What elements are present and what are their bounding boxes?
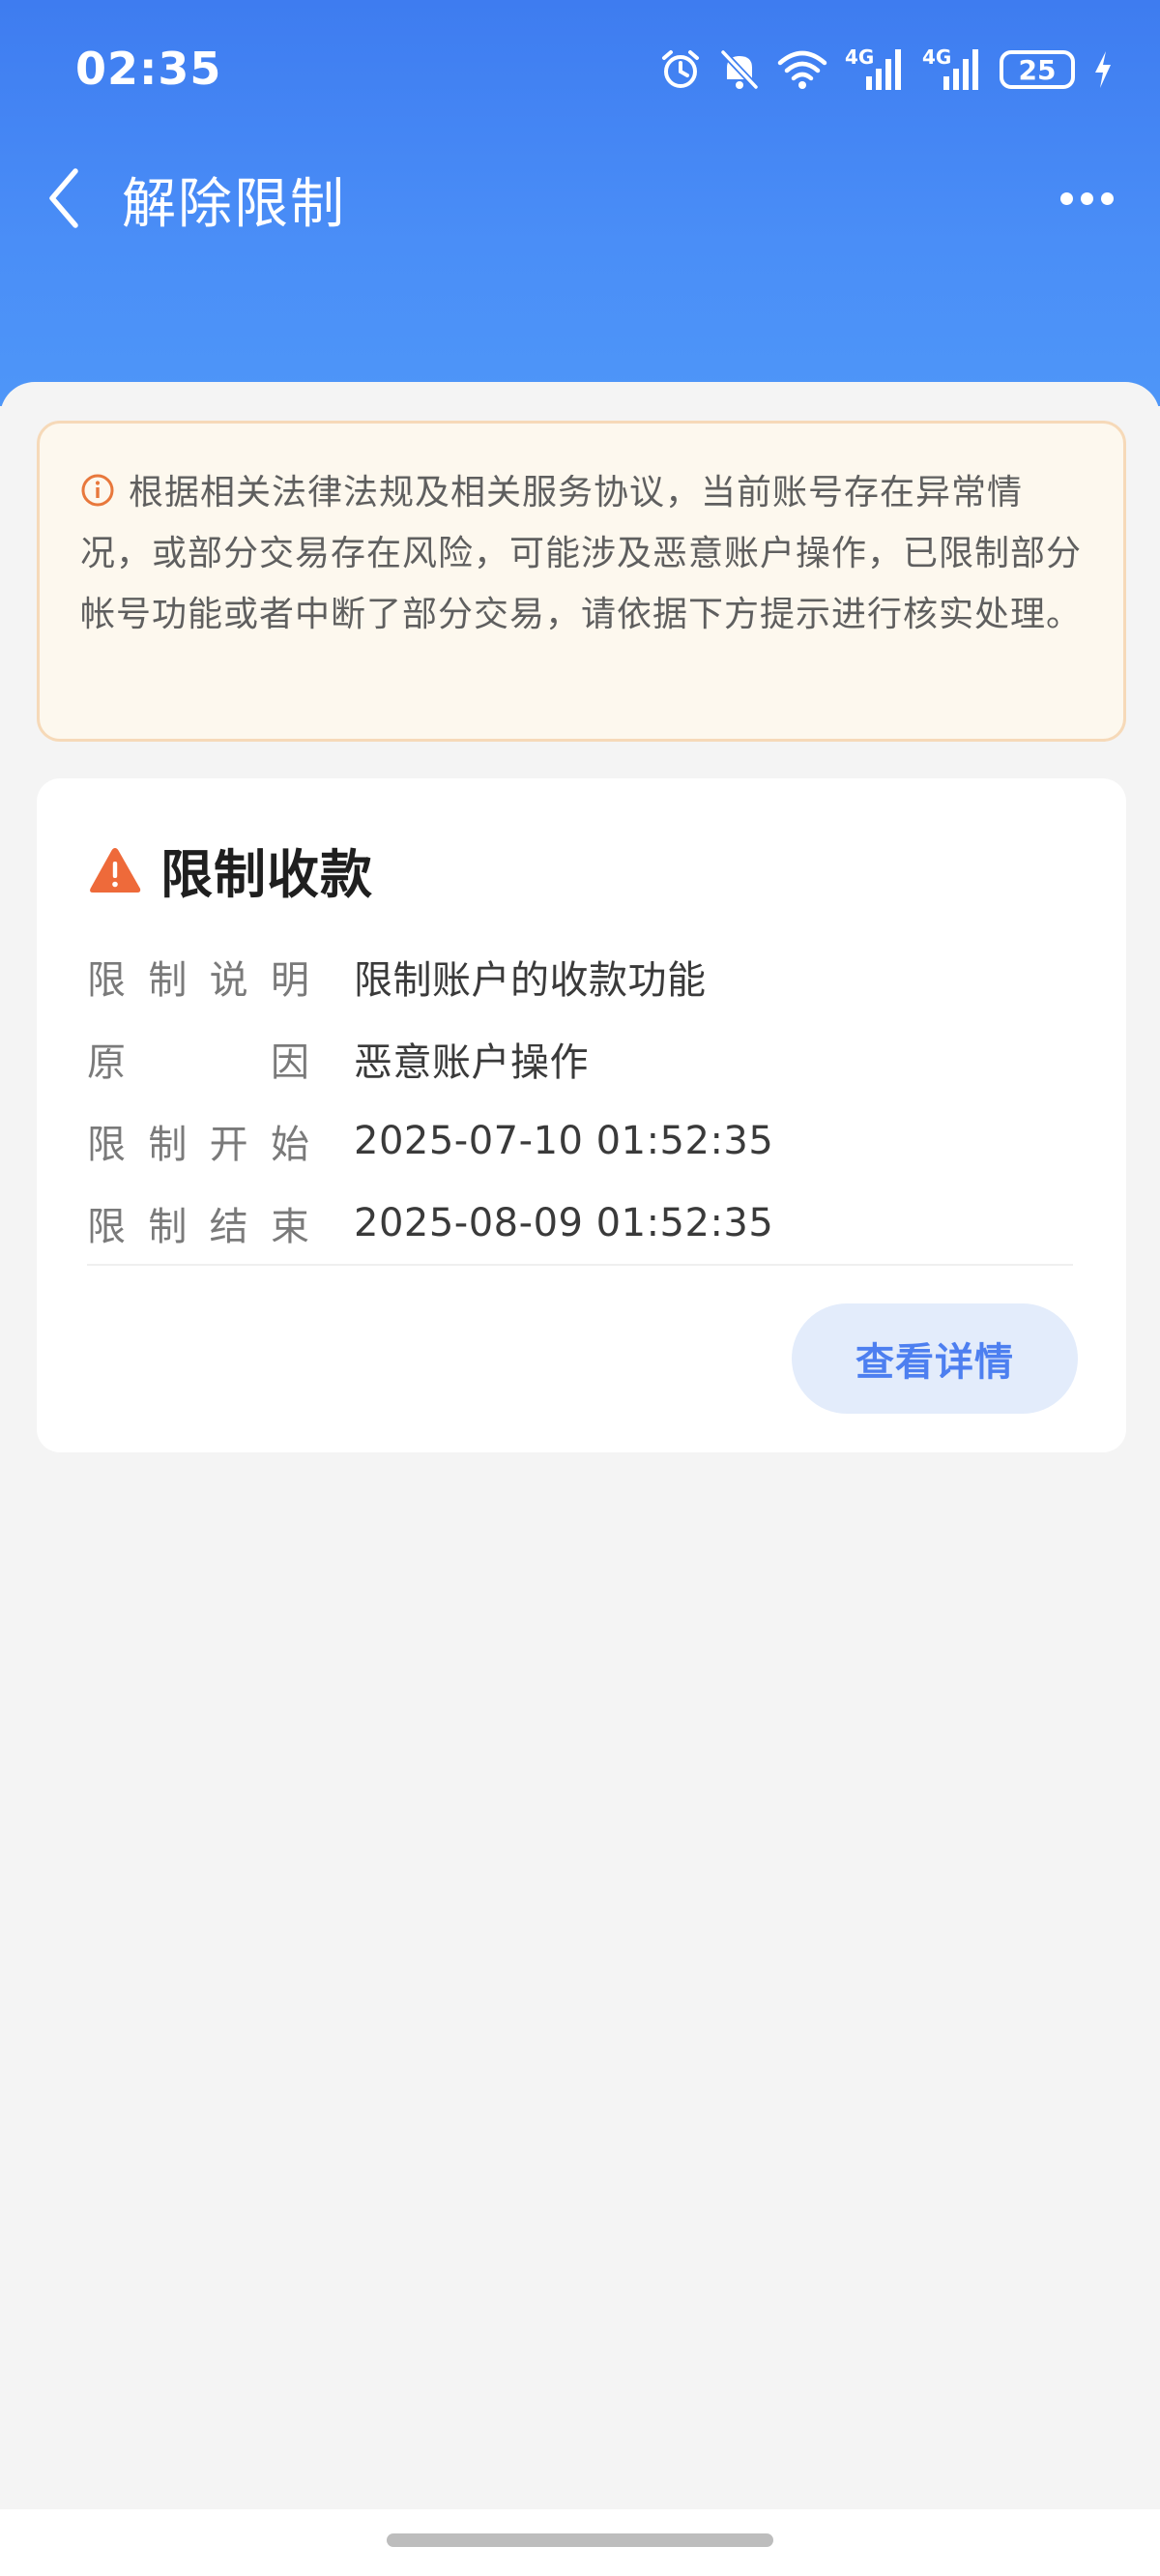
status-bar: 02:35 4G 4G 25 xyxy=(0,0,1160,145)
chevron-left-icon xyxy=(49,168,78,228)
restriction-card: 限制收款 限制说明 限制账户的收款功能 原因 恶意账户操作 限制开始 2025-… xyxy=(37,778,1126,1452)
detail-label: 限制结束 xyxy=(87,1204,309,1249)
card-title: 限制收款 xyxy=(160,844,373,905)
nav-bar: 解除限制 xyxy=(0,145,1160,251)
battery-level: 25 xyxy=(1018,53,1057,86)
detail-value: 限制账户的收款功能 xyxy=(354,957,707,1003)
bell-off-icon xyxy=(720,49,759,90)
detail-label: 原因 xyxy=(87,1039,309,1085)
detail-row-reason: 原因 恶意账户操作 xyxy=(87,1017,1073,1099)
view-details-button[interactable]: 查看详情 xyxy=(792,1303,1078,1414)
risk-notice: 根据相关法律法规及相关服务协议，当前账号存在异常情况，或部分交易存在风险，可能涉… xyxy=(37,421,1126,742)
back-button[interactable] xyxy=(35,164,93,232)
detail-row-description: 限制说明 限制账户的收款功能 xyxy=(87,935,1073,1017)
detail-label: 限制说明 xyxy=(87,957,309,1003)
more-button[interactable] xyxy=(1048,174,1125,222)
status-time: 02:35 xyxy=(75,43,222,95)
status-icons: 4G 4G 25 xyxy=(659,44,1114,95)
detail-value: 2025-07-10 01:52:35 xyxy=(354,1118,774,1163)
alarm-icon xyxy=(662,50,699,88)
warning-triangle-icon xyxy=(90,847,141,893)
battery-icon: 25 xyxy=(1000,50,1075,89)
detail-label: 限制开始 xyxy=(87,1122,309,1167)
more-dots-icon xyxy=(1080,191,1093,205)
signal-1: 4G xyxy=(845,45,905,92)
detail-value: 恶意账户操作 xyxy=(354,1039,589,1085)
signal-icon xyxy=(866,49,901,90)
home-indicator[interactable] xyxy=(387,2533,773,2547)
more-dots-icon xyxy=(1100,191,1114,205)
signal-icon xyxy=(943,49,978,90)
notice-paragraph: 根据相关法律法规及相关服务协议，当前账号存在异常情况，或部分交易存在风险，可能涉… xyxy=(80,462,1085,645)
notice-text: 根据相关法律法规及相关服务协议，当前账号存在异常情况，或部分交易存在风险，可能涉… xyxy=(80,473,1083,634)
page-title: 解除限制 xyxy=(122,173,346,236)
detail-row-start: 限制开始 2025-07-10 01:52:35 xyxy=(87,1099,1073,1182)
card-header: 限制收款 xyxy=(87,832,373,908)
detail-value: 2025-08-09 01:52:35 xyxy=(354,1200,774,1245)
signal-2: 4G xyxy=(922,45,982,92)
wifi-icon xyxy=(777,50,827,89)
card-divider xyxy=(87,1264,1073,1266)
info-circle-icon xyxy=(81,474,114,507)
more-dots-icon xyxy=(1059,191,1073,205)
detail-row-end: 限制结束 2025-08-09 01:52:35 xyxy=(87,1182,1073,1264)
charging-icon xyxy=(1095,51,1111,88)
restriction-details: 限制说明 限制账户的收款功能 原因 恶意账户操作 限制开始 2025-07-10… xyxy=(87,935,1073,1264)
